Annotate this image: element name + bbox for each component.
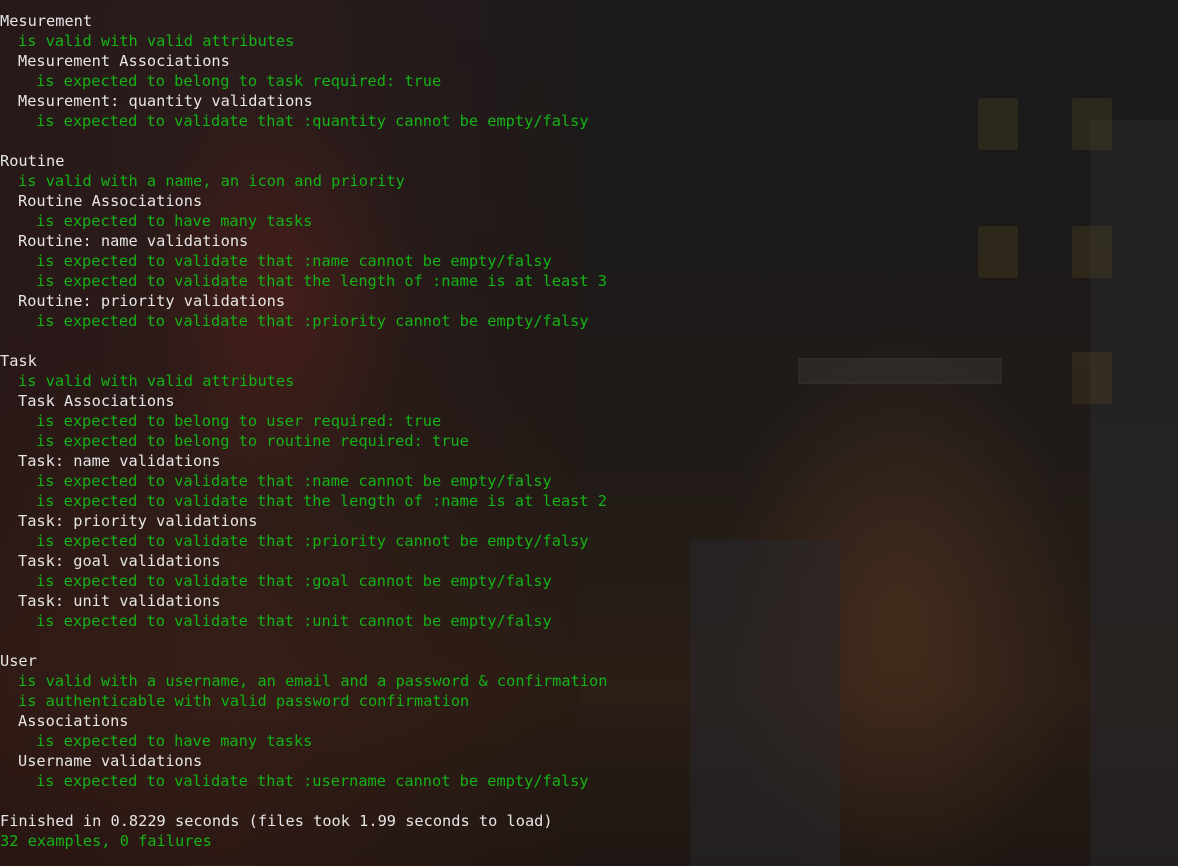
spec-example-passed: is valid with valid attributes — [18, 32, 295, 50]
spec-context: Routine Associations — [18, 192, 203, 210]
spec-group-title: Task — [0, 352, 37, 370]
spec-group-title: Routine — [0, 152, 65, 170]
spec-example-passed: is expected to validate that :unit canno… — [36, 612, 552, 630]
spec-context: Task: unit validations — [18, 592, 221, 610]
spec-example-passed: is expected to belong to task required: … — [36, 72, 442, 90]
terminal-output[interactable]: Mesurement is valid with valid attribute… — [0, 11, 1178, 851]
spec-context: Routine: name validations — [18, 232, 249, 250]
spec-context: Username validations — [18, 752, 203, 770]
spec-example-passed: is expected to validate that the length … — [36, 272, 607, 290]
spec-example-passed: is expected to validate that :priority c… — [36, 532, 589, 550]
run-summary: 32 examples, 0 failures — [0, 832, 212, 850]
spec-context: Task: goal validations — [18, 552, 221, 570]
spec-context: Task: name validations — [18, 452, 221, 470]
run-duration: Finished in 0.8229 seconds (files took 1… — [0, 812, 553, 830]
spec-group-title: User — [0, 652, 37, 670]
spec-example-passed: is expected to validate that :goal canno… — [36, 572, 552, 590]
spec-example-passed: is expected to validate that :name canno… — [36, 252, 552, 270]
spec-context: Task Associations — [18, 392, 175, 410]
spec-context: Mesurement: quantity validations — [18, 92, 313, 110]
spec-example-passed: is expected to belong to user required: … — [36, 412, 442, 430]
spec-example-passed: is expected to validate that :priority c… — [36, 312, 589, 330]
spec-context: Task: priority validations — [18, 512, 258, 530]
spec-context: Associations — [18, 712, 129, 730]
spec-example-passed: is expected to belong to routine require… — [36, 432, 469, 450]
spec-example-passed: is valid with a name, an icon and priori… — [18, 172, 405, 190]
spec-example-passed: is expected to validate that :name canno… — [36, 472, 552, 490]
spec-example-passed: is expected to validate that :quantity c… — [36, 112, 589, 130]
spec-example-passed: is expected to validate that :username c… — [36, 772, 589, 790]
spec-example-passed: is valid with a username, an email and a… — [18, 672, 608, 690]
spec-example-passed: is expected to validate that the length … — [36, 492, 607, 510]
spec-example-passed: is valid with valid attributes — [18, 372, 295, 390]
spec-context: Mesurement Associations — [18, 52, 230, 70]
spec-example-passed: is expected to have many tasks — [36, 732, 313, 750]
spec-group-title: Mesurement — [0, 12, 93, 30]
spec-context: Routine: priority validations — [18, 292, 286, 310]
spec-example-passed: is expected to have many tasks — [36, 212, 313, 230]
spec-example-passed: is authenticable with valid password con… — [18, 692, 470, 710]
